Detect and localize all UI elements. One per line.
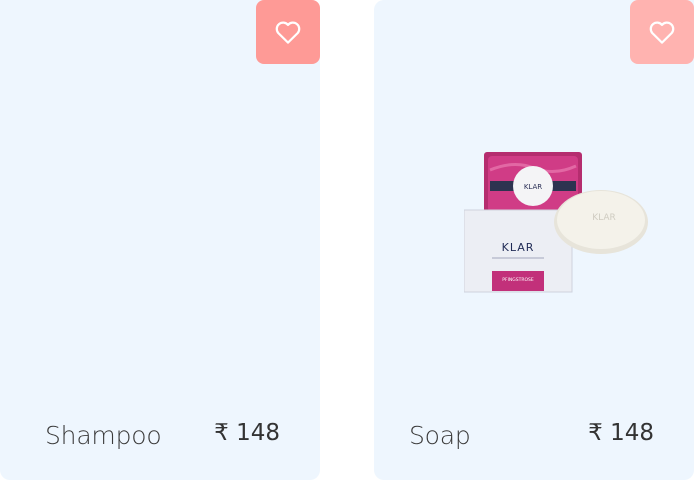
svg-text:KLAR: KLAR xyxy=(502,241,535,254)
product-price: ₹ 148 xyxy=(214,420,280,446)
product-card-soap[interactable]: KLAR KLAR PFINGSTROSE KLAR Soap ₹ 148 xyxy=(374,0,694,480)
svg-text:KLAR: KLAR xyxy=(524,183,542,191)
favorite-button[interactable] xyxy=(630,0,694,64)
product-price: ₹ 148 xyxy=(588,420,654,446)
svg-text:PFINGSTROSE: PFINGSTROSE xyxy=(502,277,534,283)
favorite-button[interactable] xyxy=(256,0,320,64)
product-name: Shampoo xyxy=(45,421,162,450)
product-card-shampoo[interactable]: Shampoo ₹ 148 xyxy=(0,0,320,480)
product-name: Soap xyxy=(409,421,471,450)
svg-text:KLAR: KLAR xyxy=(592,213,616,223)
heart-icon xyxy=(649,21,675,44)
heart-icon xyxy=(275,21,301,44)
soap-product-image: KLAR KLAR PFINGSTROSE KLAR xyxy=(464,152,648,293)
